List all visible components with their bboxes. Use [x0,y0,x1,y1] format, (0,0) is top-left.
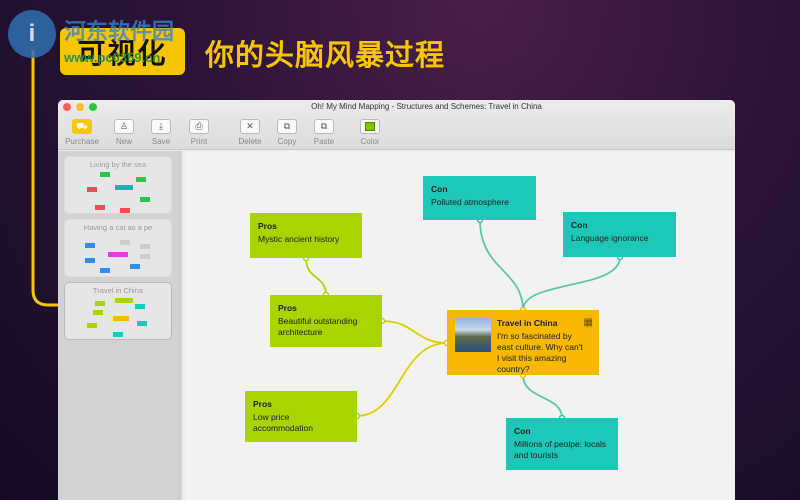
node-pros-architecture[interactable]: Pros Beautiful outstanding architecture [270,295,382,347]
watermark-name: 河东软件园 [64,19,175,44]
node-title: Pros [278,303,297,313]
node-con-polluted[interactable]: Con Polluted atmosphere [423,176,536,220]
watermark-logo: i [8,10,56,58]
pagoda-photo [455,318,491,352]
link-pros1-pros2 [305,257,327,296]
calendar-icon[interactable]: ▦ [584,317,593,328]
node-title: Pros [253,399,272,409]
node-text: Mystic ancient history [258,234,340,244]
node-title: Con [514,426,531,436]
node-title: Pros [258,221,277,231]
node-con-millions[interactable]: Con Millions of peolpe: locals and touris… [506,418,618,470]
node-pros-mystic-history[interactable]: Pros Mystic ancient history [250,213,362,258]
link-center-con3 [522,374,563,419]
link-pros2-center [381,320,448,344]
node-title: Travel in China [497,318,558,328]
link-con1-center [479,219,524,311]
node-text: Language ignorance [571,233,649,243]
node-central-travel-in-china[interactable]: ▦ Travel in China I'm so fascinated by ea… [447,310,599,375]
node-title: Con [571,220,588,230]
node-title: Con [431,184,448,194]
node-text: I'm so fascinated by east culture. Why c… [497,331,583,374]
mind-map-links [302,216,624,422]
node-text: Low price accommodation [253,412,314,433]
link-pros3-center [356,342,448,417]
node-text: Beautiful outstanding architecture [278,316,358,337]
link-con2-center [522,256,621,311]
node-con-language[interactable]: Con Language ignorance [563,212,676,257]
watermark-url: www.pc0359.cn [64,50,161,65]
node-text: Millions of peolpe: locals and tourists [514,439,607,460]
node-pros-low-price[interactable]: Pros Low price accommodation [245,391,357,442]
node-text: Polluted atmosphere [431,197,509,207]
